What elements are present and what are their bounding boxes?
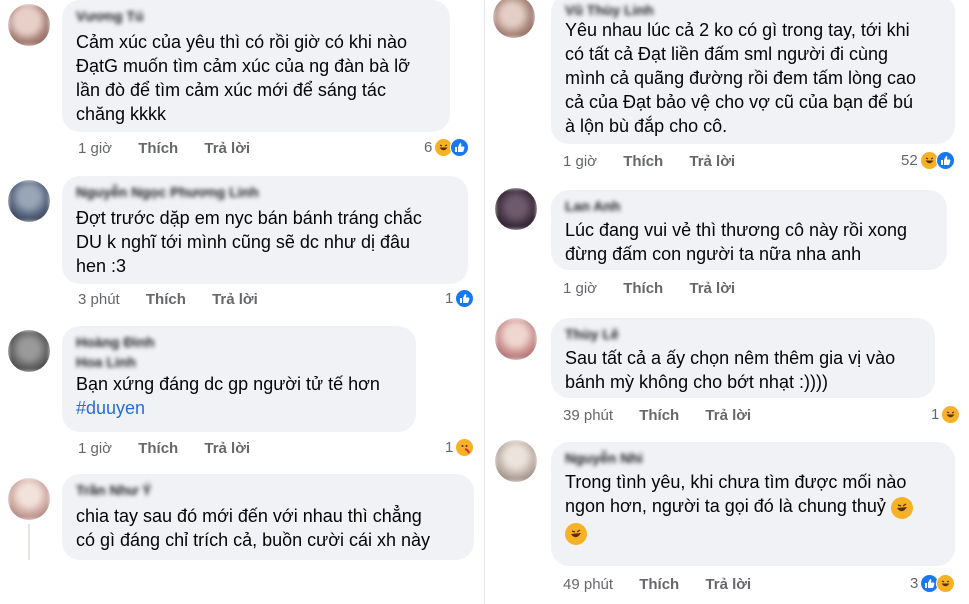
reaction-summary[interactable]: 6 <box>424 138 470 157</box>
reply-button[interactable]: Trả lời <box>705 407 751 424</box>
like-button[interactable]: Thích <box>639 407 679 424</box>
reply-button[interactable]: Trả lời <box>705 576 751 593</box>
reply-button[interactable]: Trả lời <box>204 140 250 157</box>
comment-time[interactable]: 49 phút <box>563 576 613 593</box>
reaction-summary[interactable]: 1 <box>445 438 475 457</box>
commenter-name[interactable]: Nguyễn Nhi <box>565 450 941 466</box>
reaction-summary[interactable]: 52 <box>901 151 955 170</box>
comment-time[interactable]: 1 giờ <box>78 440 112 457</box>
like-button[interactable]: Thích <box>639 576 679 593</box>
reply-button[interactable]: Trả lời <box>689 280 735 297</box>
reaction-count: 3 <box>910 575 919 592</box>
reply-button[interactable]: Trả lời <box>204 440 250 457</box>
comment-actions: 1 giờ Thích Trả lời <box>563 280 735 297</box>
comment-bubble: Trần Như Ý chia tay sau đó mới đến với n… <box>62 474 474 560</box>
comment-text: Bạn xứng đáng dc gp người tử tế hơn #duu… <box>76 372 402 420</box>
comment-column-left: Vương Tú Cảm xúc của yêu thì có rồi giờ … <box>0 0 485 604</box>
reaction-count: 1 <box>445 439 454 456</box>
like-reaction-icon <box>455 289 475 308</box>
comment-bubble: Lan Anh Lúc đang vui vẻ thì thương cô nà… <box>551 190 947 270</box>
comment-bubble: Vương Tú Cảm xúc của yêu thì có rồi giờ … <box>62 0 450 132</box>
like-button[interactable]: Thích <box>138 140 178 157</box>
comment-text: Yêu nhau lúc cả 2 ko có gì trong tay, tớ… <box>565 20 917 136</box>
commenter-name[interactable]: Trần Như Ý <box>76 482 460 498</box>
comment-text: Sau tất cả a ấy chọn nêm thêm gia vị vào… <box>565 348 896 392</box>
commenter-name[interactable]: Vũ Thùy Linh <box>565 2 941 18</box>
reaction-summary[interactable]: 3 <box>910 574 956 593</box>
comment-actions: 1 giờ Thích Trả lời <box>78 440 250 457</box>
thread-line <box>28 524 30 560</box>
comment-time[interactable]: 39 phút <box>563 407 613 424</box>
rofl-emoji-icon <box>565 523 587 545</box>
comment-text: Trong tình yêu, khi chưa tìm được mối nà… <box>565 470 941 548</box>
comment-actions: 3 phút Thích Trả lời <box>78 291 258 308</box>
commenter-name[interactable]: Hoàng Đình <box>76 334 402 350</box>
comment-text: chia tay sau đó mới đến với nhau thì chẳ… <box>76 506 431 550</box>
reaction-count: 52 <box>901 152 918 169</box>
commenter-name[interactable]: Nguyễn Ngọc Phương Linh <box>76 184 454 200</box>
reaction-count: 1 <box>445 290 454 307</box>
comment-time[interactable]: 3 phút <box>78 291 120 308</box>
avatar[interactable] <box>495 188 537 230</box>
reaction-summary[interactable]: 1 <box>931 405 961 424</box>
like-button[interactable]: Thích <box>623 280 663 297</box>
like-button[interactable]: Thích <box>146 291 186 308</box>
like-button[interactable]: Thích <box>623 153 663 170</box>
reply-button[interactable]: Trả lời <box>212 291 258 308</box>
avatar[interactable] <box>8 478 50 520</box>
comment-text: Đợt trước dặp em nyc bán bánh tráng chắc… <box>76 208 422 276</box>
commenter-name-line2: Hoa Linh <box>76 354 136 370</box>
reaction-count: 6 <box>424 139 433 156</box>
comment-time[interactable]: 1 giờ <box>563 280 597 297</box>
comment-column-right: Vũ Thùy Linh Yêu nhau lúc cả 2 ko có gì … <box>485 0 969 604</box>
comment-bubble: Nguyễn Ngọc Phương Linh Đợt trước dặp em… <box>62 176 468 284</box>
avatar[interactable] <box>8 4 50 46</box>
avatar[interactable] <box>495 440 537 482</box>
comment-actions: 1 giờ Thích Trả lời <box>78 140 250 157</box>
rofl-emoji-icon <box>890 497 913 519</box>
comment-text-line <box>565 523 941 548</box>
like-reaction-icon <box>450 138 470 157</box>
avatar[interactable] <box>493 0 535 38</box>
care-reaction-icon <box>455 438 475 457</box>
comment-text: Cảm xúc của yêu thì có rồi giờ có khi nà… <box>76 32 410 124</box>
avatar[interactable] <box>495 318 537 360</box>
comment-bubble: Nguyễn Nhi Trong tình yêu, khi chưa tìm … <box>551 442 955 566</box>
comment-time[interactable]: 1 giờ <box>78 140 112 157</box>
comment-actions: 49 phút Thích Trả lời <box>563 576 751 593</box>
commenter-name[interactable]: Vương Tú <box>76 8 436 24</box>
comment-actions: 39 phút Thích Trả lời <box>563 407 751 424</box>
comment-bubble: Vũ Thùy Linh Yêu nhau lúc cả 2 ko có gì … <box>551 0 955 144</box>
comment-time[interactable]: 1 giờ <box>563 153 597 170</box>
avatar[interactable] <box>8 330 50 372</box>
comment-bubble: Thùy Lê Sau tất cả a ấy chọn nêm thêm gi… <box>551 318 935 398</box>
haha-reaction-icon <box>936 574 956 593</box>
commenter-name[interactable]: Lan Anh <box>565 198 933 214</box>
comment-text: Lúc đang vui vẻ thì thương cô này rồi xo… <box>565 220 908 264</box>
comment-bubble: Hoàng Đình Hoa Linh Bạn xứng đáng dc gp … <box>62 326 416 432</box>
reaction-count: 1 <box>931 406 940 423</box>
avatar[interactable] <box>8 180 50 222</box>
like-button[interactable]: Thích <box>138 440 178 457</box>
comment-text-line: ngon hơn, người ta gọi đó là chung thuỷ <box>565 494 941 519</box>
comment-actions: 1 giờ Thích Trả lời <box>563 153 735 170</box>
reaction-summary[interactable]: 1 <box>445 289 475 308</box>
haha-reaction-icon <box>941 405 961 424</box>
commenter-name[interactable]: Thùy Lê <box>565 326 921 342</box>
hashtag-link[interactable]: #duuyen <box>76 396 402 420</box>
like-reaction-icon <box>935 151 955 170</box>
reply-button[interactable]: Trả lời <box>689 153 735 170</box>
